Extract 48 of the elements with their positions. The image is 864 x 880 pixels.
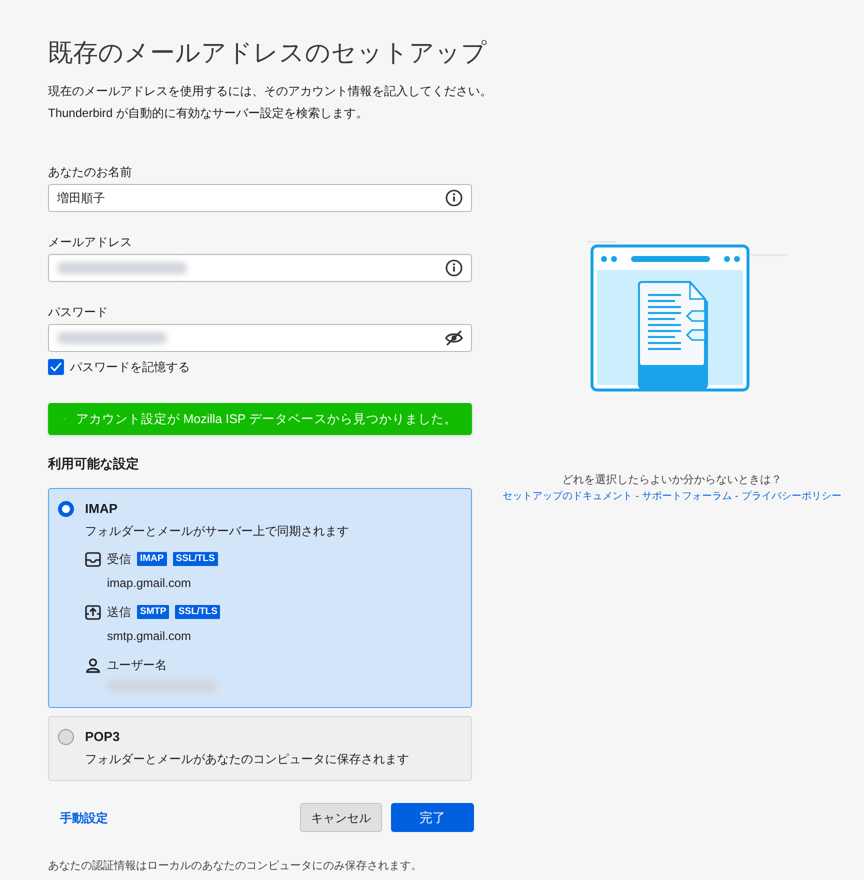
cancel-button[interactable]: キャンセル (300, 803, 382, 832)
option-title: POP3 (85, 728, 121, 746)
help-link[interactable]: セットアップのドキュメント (502, 488, 633, 504)
help-question: どれを選択したらよいか分からないときは？ (562, 473, 782, 488)
option-title: IMAP (85, 500, 118, 518)
protocol-tag: SSL/TLS (172, 552, 218, 566)
input-field[interactable] (48, 254, 472, 282)
success-message: アカウント設定が Mozilla ISP データベースから見つかりました。 (76, 410, 457, 428)
checkbox[interactable] (48, 359, 64, 375)
field-label: パスワード (48, 304, 109, 321)
field-value: 増田順子 (57, 190, 105, 207)
info-icon[interactable] (445, 189, 463, 207)
radio-button[interactable] (58, 729, 74, 745)
person-icon (85, 658, 101, 672)
section-heading: 利用可能な設定 (48, 455, 140, 473)
protocol-tag: SMTP (137, 605, 170, 619)
config-option[interactable]: IMAP フォルダーとメールがサーバー上で同期されます 受信 IMAP SSL/TLS imap.gmail.com 送信 SMTP SSL/TLS smtp.gmail.com ユーザー名 (48, 488, 472, 708)
link-separator: - (735, 490, 738, 504)
help-link[interactable]: サポートフォーラム (642, 488, 732, 504)
outbox-icon (85, 604, 101, 620)
server-host: smtp.gmail.com (107, 629, 192, 643)
intro-text: 現在のメールアドレスを使用するには、そのアカウント情報を記入してください。 (48, 83, 492, 100)
intro-text: Thunderbird が自動的に有効なサーバー設定を検索します。 (48, 105, 368, 122)
check-icon (50, 362, 62, 372)
input-field[interactable]: 増田順子 (48, 184, 472, 212)
option-description: フォルダーとメールがあなたのコンピュータに保存されます (85, 751, 409, 768)
manual-setup-link[interactable]: 手動設定 (60, 808, 108, 826)
help-link[interactable]: プライバシーポリシー (741, 488, 842, 504)
field-label: メールアドレス (48, 234, 133, 251)
eye-slash-icon[interactable] (445, 330, 463, 346)
page-title: 既存のメールアドレスのセットアップ (48, 38, 487, 69)
inbox-icon (85, 552, 101, 566)
info-icon[interactable] (445, 259, 463, 277)
protocol-tag: IMAP (137, 552, 167, 566)
config-option[interactable]: POP3 フォルダーとメールがあなたのコンピュータに保存されます (48, 716, 472, 781)
link-separator: - (636, 490, 639, 504)
footer-note: あなたの認証情報はローカルのあなたのコンピュータにのみ保存されます。 (48, 859, 423, 874)
radio-button[interactable] (58, 501, 74, 517)
done-button[interactable]: 完了 (391, 803, 474, 832)
server-host: imap.gmail.com (107, 576, 192, 590)
protocol-tag: SSL/TLS (175, 605, 220, 619)
server-label: 受信 (107, 551, 131, 567)
server-label: 送信 (107, 604, 131, 620)
server-label: ユーザー名 (107, 657, 167, 673)
checkbox-label: パスワードを記憶する (70, 359, 190, 376)
input-field[interactable] (48, 324, 472, 352)
field-label: あなたのお名前 (48, 164, 133, 181)
option-description: フォルダーとメールがサーバー上で同期されます (85, 523, 349, 540)
